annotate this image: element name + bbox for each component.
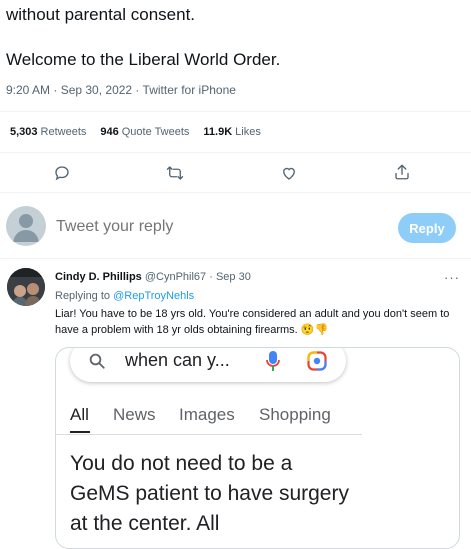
divider bbox=[0, 258, 471, 259]
tweet-text-line: Welcome to the Liberal World Order. bbox=[6, 50, 281, 69]
replying-to: Replying to @RepTroyNehls bbox=[55, 290, 195, 302]
tab-news: News bbox=[113, 405, 156, 424]
reply-input[interactable] bbox=[56, 218, 356, 236]
reply-header: Cindy D. Phillips @CynPhil67 · Sep 30 bbox=[55, 271, 251, 283]
like-icon[interactable] bbox=[278, 162, 300, 184]
avatar[interactable] bbox=[7, 268, 45, 306]
tweet-stats: 5,303 Retweets 946 Quote Tweets 11.9K Likes bbox=[10, 126, 261, 138]
separator: · bbox=[209, 271, 213, 283]
tab-all: All bbox=[70, 405, 89, 424]
more-icon[interactable]: ··· bbox=[444, 270, 460, 285]
divider bbox=[0, 152, 471, 153]
avatar[interactable] bbox=[6, 206, 46, 246]
reply-button[interactable]: Reply bbox=[398, 213, 456, 243]
tab-shopping: Shopping bbox=[259, 405, 331, 424]
active-tab-underline bbox=[70, 431, 90, 433]
divider bbox=[56, 434, 362, 435]
microphone-icon bbox=[266, 351, 280, 371]
retweet-icon[interactable] bbox=[164, 162, 186, 184]
tweet-text-line: without parental consent. bbox=[6, 5, 196, 24]
search-bar: when can y... bbox=[70, 348, 346, 382]
retweets-stat[interactable]: 5,303 Retweets bbox=[10, 126, 86, 138]
lens-icon bbox=[307, 351, 327, 371]
replying-to-handle-link[interactable]: @RepTroyNehls bbox=[113, 290, 194, 302]
search-query: when can y... bbox=[125, 350, 230, 370]
tab-images: Images bbox=[179, 405, 235, 424]
reply-text: Liar! You have to be 18 yrs old. You're … bbox=[55, 308, 450, 336]
search-icon bbox=[89, 353, 105, 369]
tweet-meta[interactable]: 9:20 AM · Sep 30, 2022 · Twitter for iPh… bbox=[6, 83, 236, 97]
divider bbox=[0, 111, 471, 112]
search-result-text: You do not need to be a GeMS patient to … bbox=[70, 452, 349, 535]
share-icon[interactable] bbox=[391, 161, 413, 183]
quote-tweets-stat[interactable]: 946 Quote Tweets bbox=[100, 126, 189, 138]
reply-icon[interactable] bbox=[51, 162, 73, 184]
reply-author-name[interactable]: Cindy D. Phillips bbox=[55, 271, 142, 283]
reply-date[interactable]: Sep 30 bbox=[216, 271, 251, 283]
likes-stat[interactable]: 11.9K Likes bbox=[203, 126, 260, 138]
reply-media-image[interactable]: when can y... All News Images Shopping Y… bbox=[55, 347, 460, 549]
divider bbox=[0, 192, 471, 193]
reply-author-handle[interactable]: @CynPhil67 bbox=[145, 271, 206, 283]
